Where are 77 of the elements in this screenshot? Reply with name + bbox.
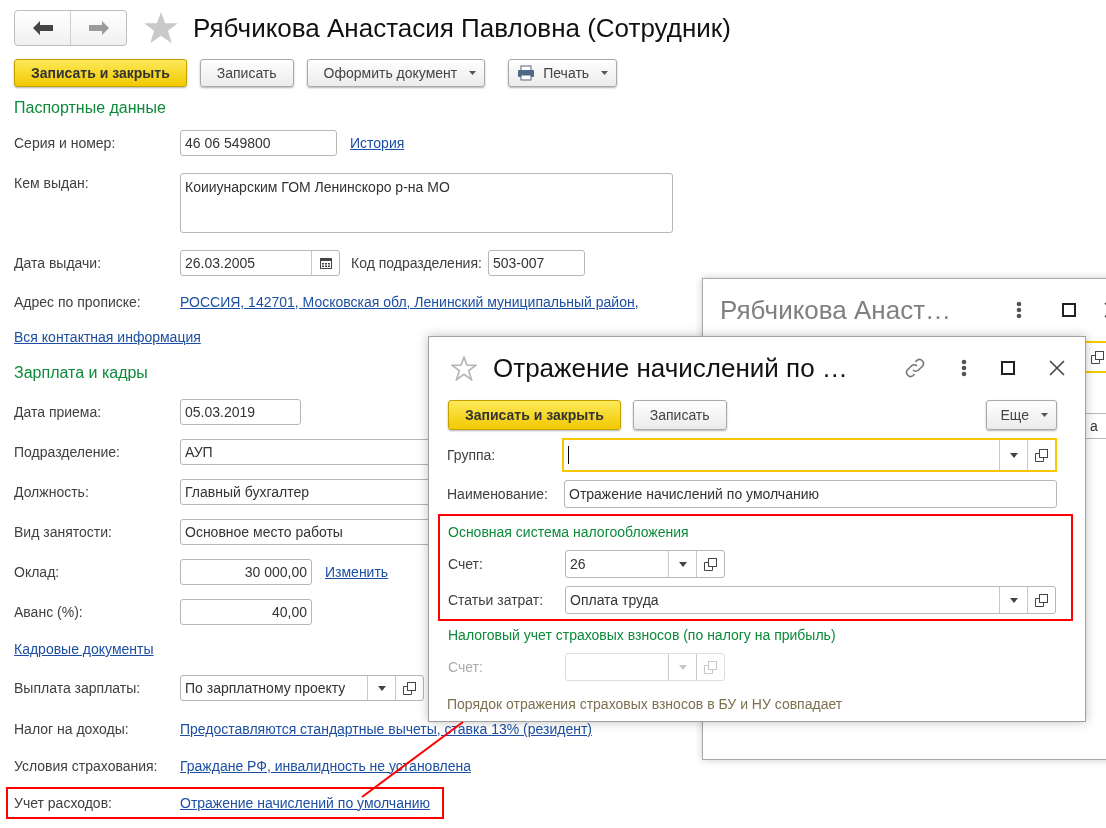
field-label: Должность: bbox=[14, 484, 90, 500]
link[interactable]: Изменить bbox=[325, 564, 389, 580]
link[interactable]: Кадровые документы bbox=[14, 641, 154, 657]
window-title: Рябчикова Анастасия Павловна (Сотрудник) bbox=[193, 12, 731, 44]
menu-button[interactable]: Еще bbox=[985, 400, 1057, 430]
section-heading: Зарплата и кадры bbox=[14, 364, 148, 382]
more-icon[interactable] bbox=[1016, 301, 1022, 319]
field-label: Аванс (%): bbox=[14, 604, 84, 620]
close-icon[interactable] bbox=[1049, 360, 1065, 376]
save-close-button[interactable]: Записать и закрыть bbox=[448, 400, 621, 430]
field-label: Условия страхования: bbox=[14, 757, 159, 774]
field-label: Кем выдан: bbox=[14, 174, 90, 191]
input-field[interactable]: 46 06 549800 bbox=[180, 130, 337, 156]
group-heading: Налоговый учет страховых взносов (по налогу на прибыль) bbox=[448, 626, 837, 645]
select-field[interactable]: Оплата труда bbox=[565, 586, 1056, 614]
link[interactable]: Отражение начислений по умолчанию bbox=[180, 794, 430, 811]
field-label: Наименование: bbox=[447, 486, 549, 502]
star-icon[interactable] bbox=[144, 12, 178, 44]
save-close-button[interactable]: Записать и закрыть bbox=[14, 59, 187, 87]
maximize-icon[interactable] bbox=[1062, 303, 1076, 317]
save-button[interactable]: Записать bbox=[199, 59, 294, 87]
open-icon[interactable] bbox=[1035, 448, 1048, 462]
window-title: Отражение начислений по … bbox=[493, 352, 848, 384]
open-icon[interactable] bbox=[403, 681, 416, 695]
dropdown-icon[interactable] bbox=[678, 561, 687, 567]
back-arrow-icon bbox=[32, 21, 53, 35]
open-icon[interactable] bbox=[1035, 593, 1048, 607]
calendar-icon[interactable] bbox=[319, 257, 332, 269]
select-field[interactable]: 26 bbox=[565, 550, 725, 578]
field-label: Налог на доходы: bbox=[14, 720, 130, 737]
maximize-icon[interactable] bbox=[1001, 361, 1015, 375]
field-label: Серия и номер: bbox=[14, 135, 117, 151]
text-area[interactable]: Коииунарским ГОМ Ленинскоро р-на МО bbox=[180, 173, 673, 233]
caret-icon bbox=[469, 71, 477, 75]
input-field[interactable]: 05.03.2019 bbox=[180, 399, 301, 425]
text-cursor bbox=[568, 446, 569, 464]
dropdown-icon[interactable] bbox=[1009, 452, 1018, 458]
field-label: Вид занятости: bbox=[14, 524, 113, 540]
dropdown-icon[interactable] bbox=[1009, 597, 1018, 603]
link[interactable]: РОССИЯ, 142701, Московская обл, Ленинский муниципальный район, bbox=[180, 293, 639, 310]
field-label: Счет: bbox=[448, 659, 484, 675]
save-button[interactable]: Записать bbox=[632, 400, 727, 430]
date-field[interactable]: 26.03.2005 bbox=[180, 250, 340, 276]
field-label: Группа: bbox=[447, 447, 497, 463]
field-label: Подразделение: bbox=[14, 444, 121, 460]
field-label: Оклад: bbox=[14, 564, 61, 580]
forward-arrow-icon bbox=[88, 21, 109, 35]
window-title: Рябчикова Анаст… bbox=[720, 294, 953, 326]
caret-icon bbox=[1041, 413, 1048, 417]
field-label: Дата приема: bbox=[14, 404, 103, 420]
star-icon[interactable] bbox=[451, 355, 477, 381]
field-label: Дата выдачи: bbox=[14, 255, 103, 271]
menu-button[interactable]: Оформить документ bbox=[306, 59, 486, 87]
select-field[interactable]: По зарплатному проекту bbox=[180, 675, 424, 701]
caret-icon bbox=[601, 71, 609, 75]
input-field[interactable]: 40,00 bbox=[180, 599, 312, 625]
field-label: Статьи затрат: bbox=[448, 592, 545, 608]
link-icon[interactable] bbox=[903, 356, 927, 380]
field-label: Код подразделения: bbox=[351, 255, 482, 271]
field-label: Счет: bbox=[448, 556, 484, 572]
field-label: Адрес по прописке: bbox=[14, 293, 142, 310]
input-field[interactable]: 503-007 bbox=[487, 250, 585, 276]
field-label: Учет расходов: bbox=[14, 794, 113, 811]
link[interactable]: История bbox=[350, 135, 405, 151]
open-icon[interactable] bbox=[1091, 350, 1104, 364]
input-field[interactable]: 30 000,00 bbox=[180, 559, 312, 585]
select-field[interactable] bbox=[562, 438, 1057, 472]
input-field[interactable]: Отражение начислений по умолчанию bbox=[564, 480, 1057, 508]
open-icon[interactable] bbox=[704, 557, 717, 571]
info-text: Порядок отражения страховых взносов в БУ и НУ совпадает bbox=[446, 696, 844, 712]
link[interactable]: Вся контактная информация bbox=[14, 329, 201, 345]
print-button[interactable]: Печать bbox=[508, 59, 618, 87]
dropdown-icon[interactable] bbox=[377, 685, 386, 691]
printer-icon bbox=[517, 65, 536, 81]
more-icon[interactable] bbox=[961, 359, 967, 377]
section-heading: Паспортные данные bbox=[14, 99, 166, 117]
field-label: Выплата зарплаты: bbox=[14, 680, 142, 696]
